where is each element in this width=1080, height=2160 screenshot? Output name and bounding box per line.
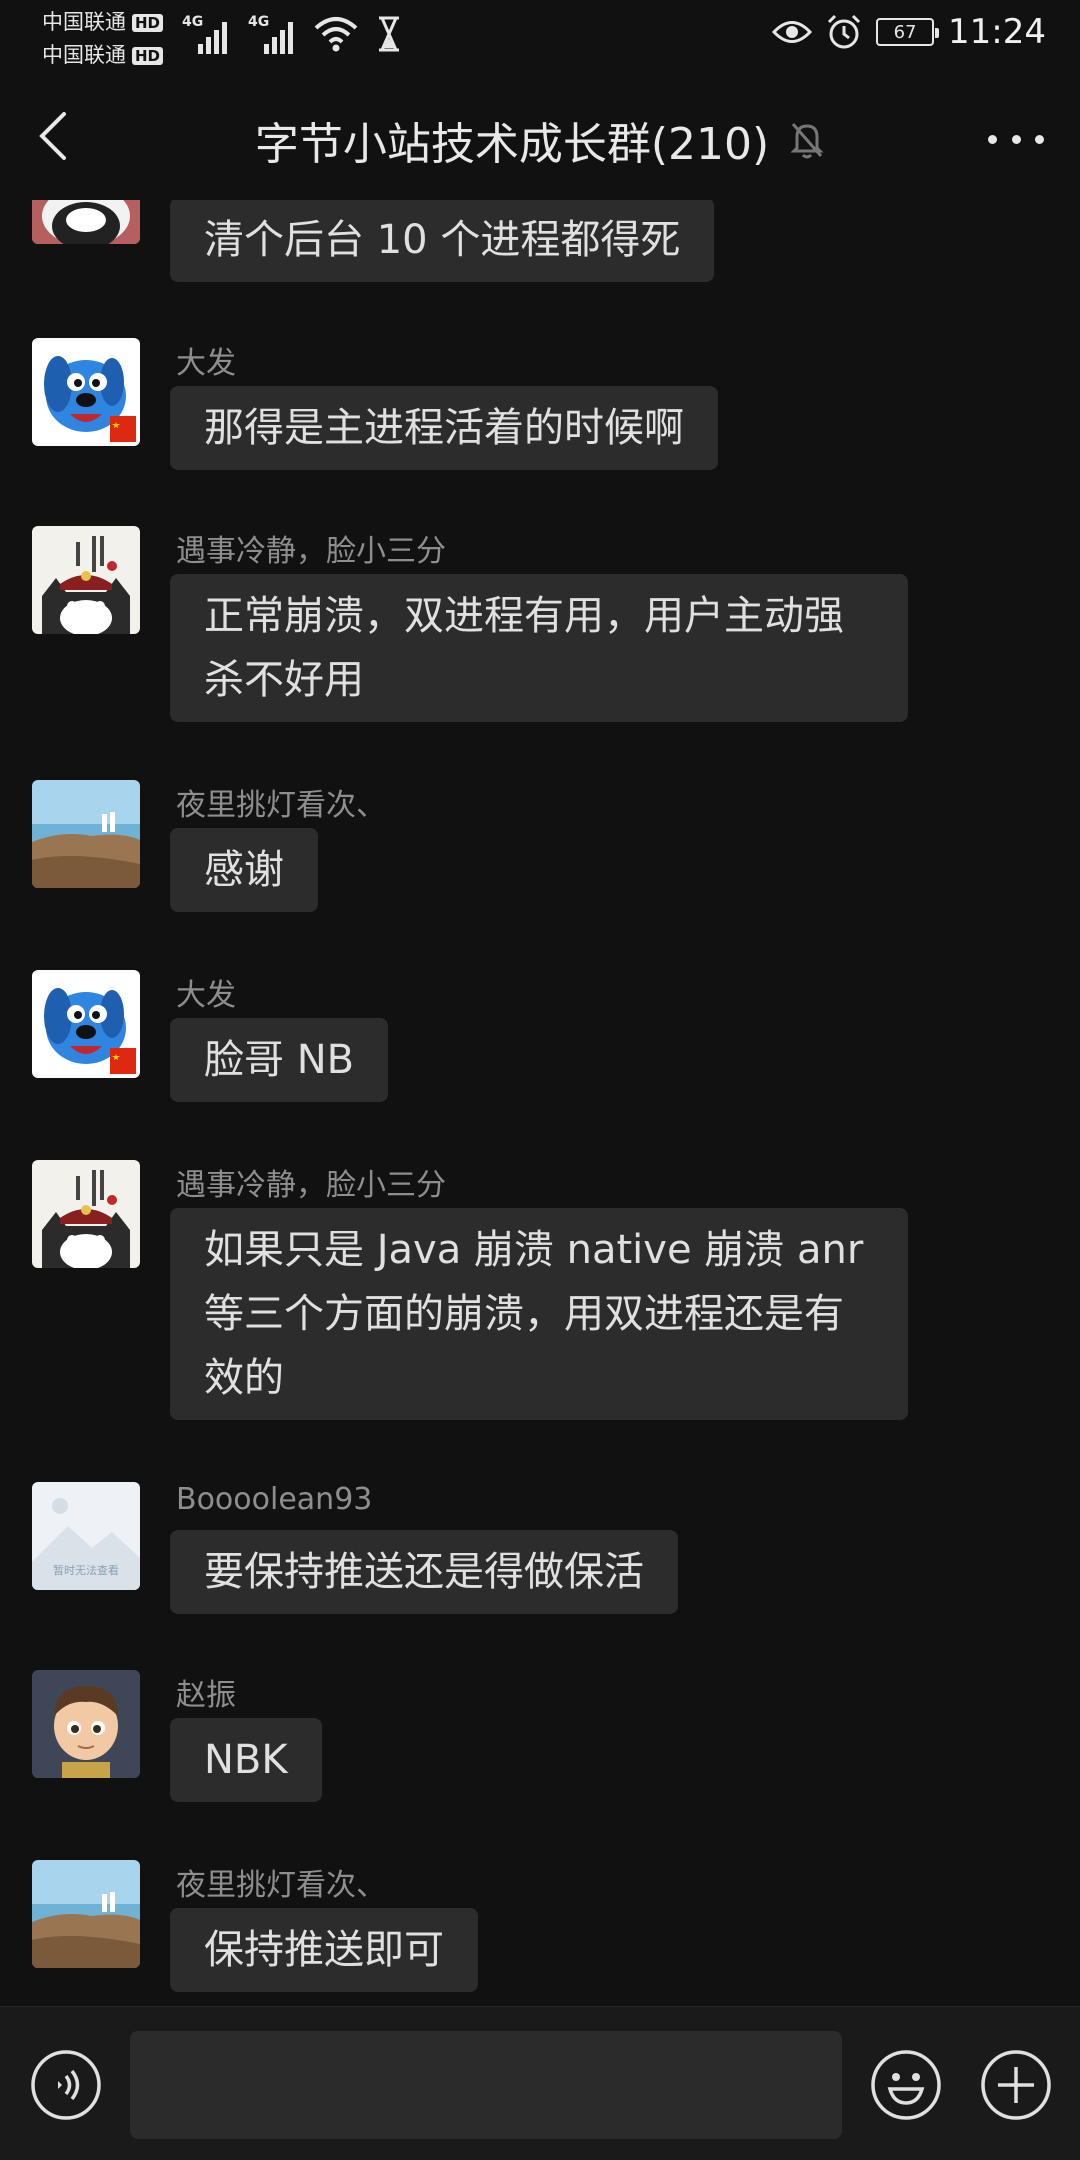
sender-name: 遇事冷静，脸小三分 [176,1168,446,1203]
message-bubble[interactable]: 要保持推送还是得做保活 [170,1530,678,1614]
sender-name: 大发 [176,978,236,1013]
panda-avatar[interactable] [32,200,140,244]
beach-avatar-image [32,1860,140,1968]
cat-avatar[interactable] [32,526,140,634]
message-bubble[interactable]: NBK [170,1718,322,1802]
more-dots-icon[interactable] [988,124,1044,154]
sender-name: Boooolean93 [176,1482,373,1517]
page-title: 字节小站技术成长群(210) [0,108,1080,172]
message-list[interactable]: 清个后台 10 个进程都得死 大发 那得是主进程活着的时候啊 遇事冷静，脸小三分… [0,200,1080,2006]
message-bubble[interactable]: 如果只是 Java 崩溃 native 崩溃 anr 等三个方面的崩溃，用双进程… [170,1208,908,1420]
hd-badge: HD [132,13,164,32]
beach-avatar[interactable] [32,1860,140,1968]
message-bubble[interactable]: 感谢 [170,828,318,912]
image-unavailable-text: 暂时无法查看 [53,1564,119,1577]
status-bar: 中国联通 HD 中国联通 HD 4G 4G 67 11:24 [0,0,1080,70]
alarm-icon [827,14,861,49]
message-bubble[interactable]: 清个后台 10 个进程都得死 [170,200,715,282]
signal-icon: 4G [248,14,296,54]
blue-dog-avatar-image [32,338,140,446]
wifi-icon [314,17,358,52]
cat-avatar-image [32,1160,140,1268]
panda-avatar-image [32,200,140,244]
carrier-info: 中国联通 HD 中国联通 HD [42,6,164,72]
eye-icon [772,21,813,43]
sender-name: 赵振 [176,1678,236,1713]
boy-avatar-image [32,1670,140,1778]
beach-avatar-image [32,780,140,888]
sender-name: 夜里挑灯看次、 [176,1868,386,1903]
hd-badge: HD [132,46,164,65]
sender-name: 遇事冷静，脸小三分 [176,534,446,569]
cat-avatar-image [32,526,140,634]
message-bubble[interactable]: 保持推送即可 [170,1908,478,1992]
group-name: 字节小站技术成长群(210) [254,119,770,170]
placeholder-image-avatar[interactable]: 暂时无法查看 [32,1482,140,1590]
message-bubble[interactable]: 脸哥 NB [170,1018,389,1102]
signal-icon: 4G [182,14,230,54]
beach-avatar[interactable] [32,780,140,888]
carrier-name: 中国联通 [42,10,126,34]
chat-header: 字节小站技术成长群(210) [0,70,1080,200]
carrier-name: 中国联通 [42,43,126,67]
message-bubble[interactable]: 那得是主进程活着的时候啊 [170,386,718,470]
blue-dog-avatar[interactable] [32,970,140,1078]
blue-dog-avatar-image [32,970,140,1078]
sender-name: 夜里挑灯看次、 [176,788,386,823]
voice-icon[interactable] [30,2049,102,2121]
boy-avatar[interactable] [32,1670,140,1778]
cat-avatar[interactable] [32,1160,140,1268]
bell-off-icon [790,123,824,159]
battery-indicator: 67 [876,18,940,46]
message-input[interactable] [130,2031,842,2139]
message-bubble[interactable]: 正常崩溃，双进程有用，用户主动强杀不好用 [170,574,908,722]
plus-icon[interactable] [980,2049,1052,2121]
sender-name: 大发 [176,346,236,381]
hourglass-icon [379,16,399,52]
clock: 11:24 [948,12,1046,52]
blue-dog-avatar[interactable] [32,338,140,446]
emoji-icon[interactable] [870,2049,942,2121]
input-bar [0,2006,1080,2160]
